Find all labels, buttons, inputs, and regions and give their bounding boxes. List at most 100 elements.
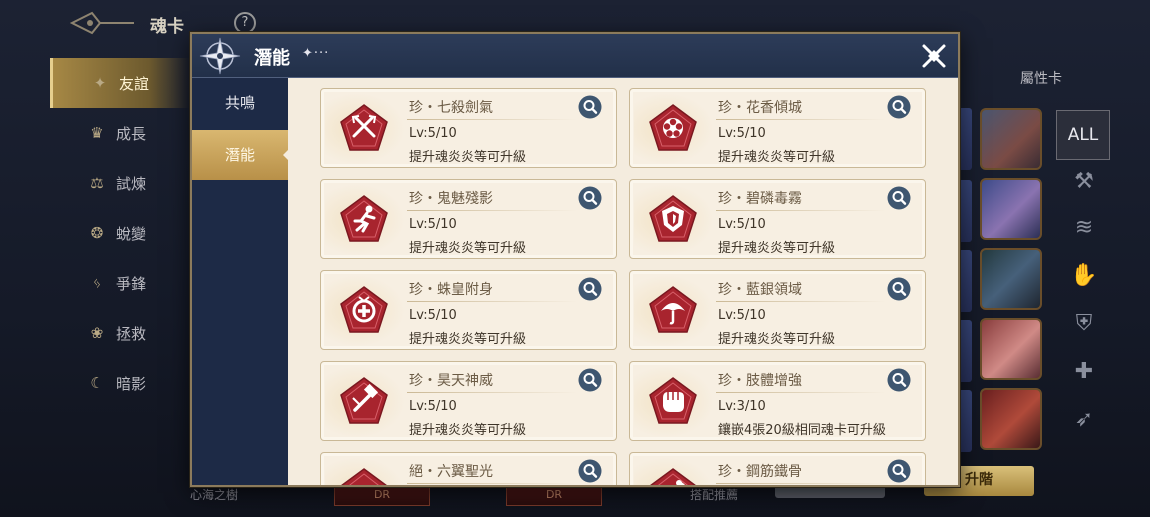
wings-icon xyxy=(341,468,387,485)
claw-icon: ᛃ xyxy=(92,274,102,292)
potential-card[interactable]: 絕・六翼聖光 xyxy=(320,452,617,485)
potential-upgrade-hint: 鑲嵌4張20級相同魂卡可升級 xyxy=(718,423,886,438)
sidebar-item-rescue[interactable]: ❀ 拯救 xyxy=(50,308,190,358)
potential-level: Lv:5/10 xyxy=(718,126,766,141)
lotus-icon: ❀ xyxy=(90,324,104,342)
potential-upgrade-hint: 提升魂炎炎等可升級 xyxy=(718,150,836,165)
sidebar-item-label: 試煉 xyxy=(116,174,147,193)
divider xyxy=(716,483,886,484)
divider xyxy=(716,119,886,120)
divider xyxy=(716,210,886,211)
fist-icon xyxy=(649,377,697,424)
soul-card-thumb[interactable] xyxy=(980,388,1042,450)
hammer-filter-icon[interactable]: ⚒ xyxy=(1066,164,1102,200)
star-compass-icon: ✦ xyxy=(93,74,107,92)
crown-icon: ♛ xyxy=(90,124,104,142)
potential-level: Lv:5/10 xyxy=(718,217,766,232)
divider xyxy=(407,483,577,484)
potential-upgrade-hint: 提升魂炎炎等可升級 xyxy=(409,150,527,165)
tab-resonance[interactable]: 共鳴 xyxy=(192,78,288,128)
sidebar-item-label: 拯救 xyxy=(116,324,147,343)
potential-list: 珍・七殺劍氣 Lv:5/10 提升魂炎炎等可升級 珍・花香傾城 Lv:5/10 … xyxy=(288,78,958,485)
recommend-link[interactable]: 搭配推薦 xyxy=(690,486,738,503)
footer-tree-label[interactable]: 心海之樹 xyxy=(190,486,238,503)
soul-card-thumb[interactable] xyxy=(980,248,1042,310)
soul-card-thumb[interactable] xyxy=(958,108,972,170)
soul-card-thumb[interactable] xyxy=(980,318,1042,380)
potential-name: 絕・六翼聖光 xyxy=(409,464,493,480)
all-filter-button[interactable]: ALL xyxy=(1056,110,1110,160)
divider xyxy=(407,392,577,393)
potential-level: Lv:5/10 xyxy=(409,217,457,232)
close-icon[interactable] xyxy=(918,40,950,72)
potential-card[interactable]: 珍・昊天神威 Lv:5/10 提升魂炎炎等可升級 xyxy=(320,361,617,441)
potential-name: 珍・花香傾城 xyxy=(718,100,802,116)
shield-filter-icon[interactable]: ⛨ xyxy=(1066,306,1102,342)
attribute-card-label: 屬性卡 xyxy=(1020,71,1062,87)
soul-card-thumb[interactable] xyxy=(958,390,972,452)
umbrella-icon xyxy=(649,286,697,333)
potential-card[interactable]: 珍・花香傾城 Lv:5/10 提升魂炎炎等可升級 xyxy=(629,88,926,168)
potential-card[interactable]: 珍・蛛皇附身 Lv:5/10 提升魂炎炎等可升級 xyxy=(320,270,617,350)
search-icon[interactable] xyxy=(578,277,602,301)
potential-card[interactable]: 珍・肢體增強 Lv:3/10 鑲嵌4張20級相同魂卡可升級 xyxy=(629,361,926,441)
hammer-icon xyxy=(340,377,388,424)
help-button[interactable]: ? xyxy=(234,12,256,34)
sidebar-item-growth[interactable]: ♛ 成長 xyxy=(50,108,190,158)
potential-name: 珍・藍銀領域 xyxy=(718,282,802,298)
hand-filter-icon[interactable]: ✋ xyxy=(1066,258,1102,294)
potential-level: Lv:5/10 xyxy=(409,126,457,141)
soul-card-thumb[interactable] xyxy=(980,178,1042,240)
page-title: 魂卡 xyxy=(150,17,184,37)
search-icon[interactable] xyxy=(887,95,911,119)
modal-tab-bar: 共鳴 潛能 xyxy=(192,78,289,485)
compass-star-icon xyxy=(199,37,241,75)
sidebar-item-shadow[interactable]: ☾ 暗影 xyxy=(50,358,190,408)
potential-card[interactable]: 珍・藍銀領域 Lv:5/10 提升魂炎炎等可升級 xyxy=(629,270,926,350)
search-icon[interactable] xyxy=(887,277,911,301)
emblem-logo-icon xyxy=(70,11,134,35)
dr-card-slot[interactable]: DR xyxy=(334,484,430,506)
sidebar-item-contest[interactable]: ᛃ 爭鋒 xyxy=(50,258,190,308)
sidebar-item-transform[interactable]: ❂ 蛻變 xyxy=(50,208,190,258)
search-icon[interactable] xyxy=(578,368,602,392)
search-icon[interactable] xyxy=(578,459,602,483)
divider xyxy=(407,119,577,120)
sidebar-item-friendship[interactable]: ✦ 友誼 xyxy=(50,58,190,108)
search-icon[interactable] xyxy=(887,368,911,392)
soul-card-thumb[interactable] xyxy=(958,180,972,242)
wing-filter-icon[interactable]: ➶ xyxy=(1066,402,1102,438)
sidebar-item-label: 爭鋒 xyxy=(116,274,147,293)
search-icon[interactable] xyxy=(578,186,602,210)
potential-level: Lv:5/10 xyxy=(409,399,457,414)
soul-card-thumb[interactable] xyxy=(958,250,972,312)
potential-upgrade-hint: 提升魂炎炎等可升級 xyxy=(718,332,836,347)
potential-name: 珍・昊天神威 xyxy=(409,373,493,389)
potential-name: 珍・碧磷毒霧 xyxy=(718,191,802,207)
shadow-icon: ☾ xyxy=(90,374,104,392)
sidebar-item-trial[interactable]: ⚖ 試煉 xyxy=(50,158,190,208)
search-icon[interactable] xyxy=(578,95,602,119)
tab-potential[interactable]: 潛能 xyxy=(192,130,289,180)
potential-upgrade-hint: 提升魂炎炎等可升級 xyxy=(409,423,527,438)
search-icon[interactable] xyxy=(887,459,911,483)
potential-grid: 珍・七殺劍氣 Lv:5/10 提升魂炎炎等可升級 珍・花香傾城 Lv:5/10 … xyxy=(320,88,926,485)
search-icon[interactable] xyxy=(887,186,911,210)
claw-filter-icon[interactable]: ≋ xyxy=(1066,210,1102,246)
potential-modal: 潛能 ✦··· 共鳴 潛能 珍・七殺劍氣 Lv:5/10 提升魂炎炎等可升級 珍… xyxy=(190,32,960,487)
potential-upgrade-hint: 提升魂炎炎等可升級 xyxy=(718,241,836,256)
scales-icon: ⚖ xyxy=(90,174,104,192)
potential-card[interactable]: 珍・鬼魅殘影 Lv:5/10 提升魂炎炎等可升級 xyxy=(320,179,617,259)
soul-card-thumb[interactable] xyxy=(980,108,1042,170)
modal-title: 潛能 xyxy=(254,48,290,69)
potential-card[interactable]: 珍・七殺劍氣 Lv:5/10 提升魂炎炎等可升級 xyxy=(320,88,617,168)
potential-card[interactable]: 珍・碧磷毒霧 Lv:5/10 提升魂炎炎等可升級 xyxy=(629,179,926,259)
sidebar-item-label: 蛻變 xyxy=(116,224,147,243)
modal-header: 潛能 ✦··· xyxy=(192,34,958,78)
cross-filter-icon[interactable]: ✚ xyxy=(1066,354,1102,390)
dr-card-slot[interactable]: DR xyxy=(506,484,602,506)
potential-level: Lv:3/10 xyxy=(718,399,766,414)
bone-icon xyxy=(650,468,696,485)
soul-card-thumb[interactable] xyxy=(958,320,972,382)
potential-card[interactable]: 珍・鋼筋鐵骨 xyxy=(629,452,926,485)
